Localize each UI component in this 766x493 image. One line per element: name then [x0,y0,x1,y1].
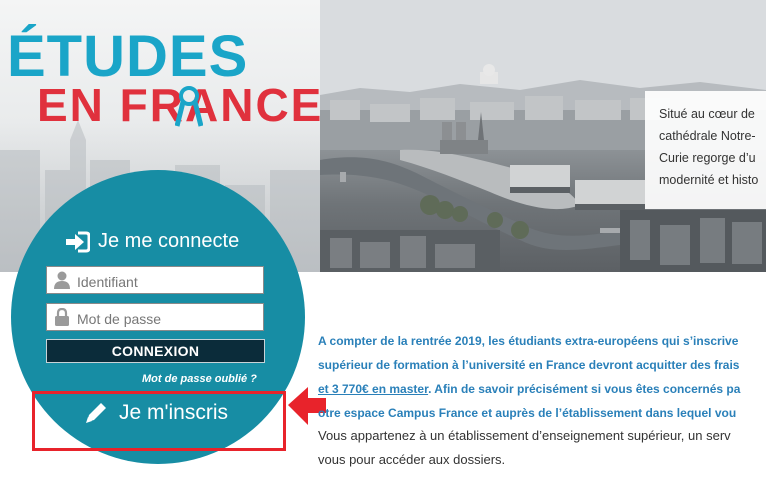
announcement-line: otre espace Campus France et auprès de l… [318,406,737,420]
password-field[interactable]: Mot de passe [46,303,264,331]
announcement-line: supérieur de formation à l’université en… [318,358,740,372]
photo-caption: Situé au cœur de cathédrale Notre- Curie… [645,91,766,209]
announcement-line: A compter de la rentrée 2019, les étudia… [318,334,739,348]
login-title-text: Je me connecte [98,230,240,252]
identifier-placeholder: Identifiant [77,274,138,290]
info-line: Vous appartenez à un établissement d’ens… [318,428,731,443]
login-title: Je me connecte [64,230,239,253]
announcement-line: et 3 770€ en master. Afin de savoir préc… [318,377,766,401]
user-icon [47,271,77,289]
fees-link[interactable]: et 3 770€ en master [318,382,428,396]
info-text: Vous appartenez à un établissement d’ens… [318,424,766,472]
sign-in-icon [66,231,90,252]
caption-line: cathédrale Notre- [659,129,756,143]
logo-ribbon-icon [175,86,203,127]
caption-line: modernité et histo [659,173,759,187]
highlight-box [32,391,286,451]
forgot-password-link[interactable]: Mot de passe oublié ? [142,373,257,385]
lock-icon [47,308,77,326]
password-placeholder: Mot de passe [77,311,162,327]
announcement-fragment: . Afin de savoir précisément si vous ête… [428,382,741,396]
connexion-button[interactable]: CONNEXION [46,339,265,363]
info-line: vous pour accéder aux dossiers. [318,452,506,467]
logo-line-etudes: ÉTUDES [7,24,249,89]
identifier-field[interactable]: Identifiant [46,266,264,294]
caption-line: Situé au cœur de [659,107,755,121]
caption-line: Curie regorge d’u [659,151,756,165]
announcement-text: A compter de la rentrée 2019, les étudia… [318,329,766,425]
